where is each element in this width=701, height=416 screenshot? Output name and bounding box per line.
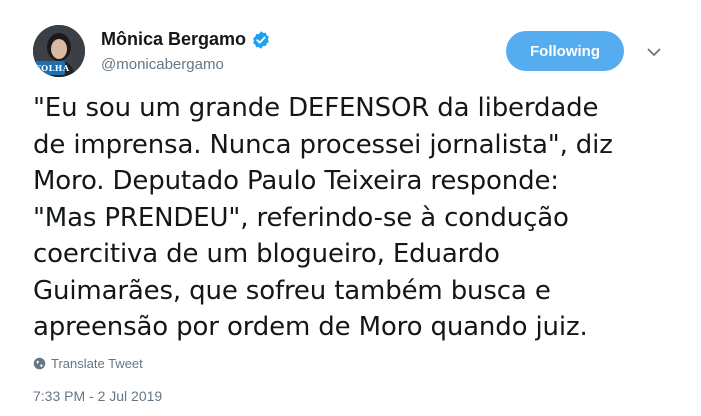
timestamp[interactable]: 7:33 PM - 2 Jul 2019 bbox=[33, 388, 162, 404]
folha-badge: FOLHA bbox=[35, 61, 70, 75]
tweet-line: Moro. Deputado Paulo Teixeira responde: bbox=[33, 166, 559, 196]
verified-badge-icon bbox=[253, 30, 269, 49]
tweet-line: "Mas PRENDEU", referindo-se à condução bbox=[33, 202, 569, 233]
tweet-card: FOLHA Mônica Bergamo @monicabergamo Foll… bbox=[0, 0, 701, 416]
translate-tweet-link[interactable]: Translate Tweet bbox=[33, 356, 143, 371]
tweet-text: "Eu sou um grande DEFENSOR da liberdade … bbox=[33, 90, 673, 346]
author-name-row: Mônica Bergamo bbox=[101, 29, 271, 50]
chevron-down-icon[interactable] bbox=[645, 43, 663, 61]
display-name[interactable]: Mônica Bergamo bbox=[101, 29, 246, 50]
globe-icon bbox=[33, 357, 46, 370]
tweet-line: "Eu sou um grande DEFENSOR da liberdade bbox=[33, 93, 599, 123]
following-button[interactable]: Following bbox=[506, 31, 624, 71]
avatar[interactable]: FOLHA bbox=[33, 25, 85, 77]
tweet-line: apreensão por ordem de Moro quando juiz. bbox=[33, 312, 588, 342]
handle[interactable]: @monicabergamo bbox=[101, 56, 224, 73]
tweet-line: Guimarães, que sofreu também busca e bbox=[33, 275, 551, 306]
tweet-line: coercitiva de um blogueiro, Eduardo bbox=[33, 239, 500, 269]
translate-label: Translate Tweet bbox=[51, 356, 143, 371]
tweet-line: de imprensa. Nunca processei jornalista"… bbox=[33, 129, 613, 160]
